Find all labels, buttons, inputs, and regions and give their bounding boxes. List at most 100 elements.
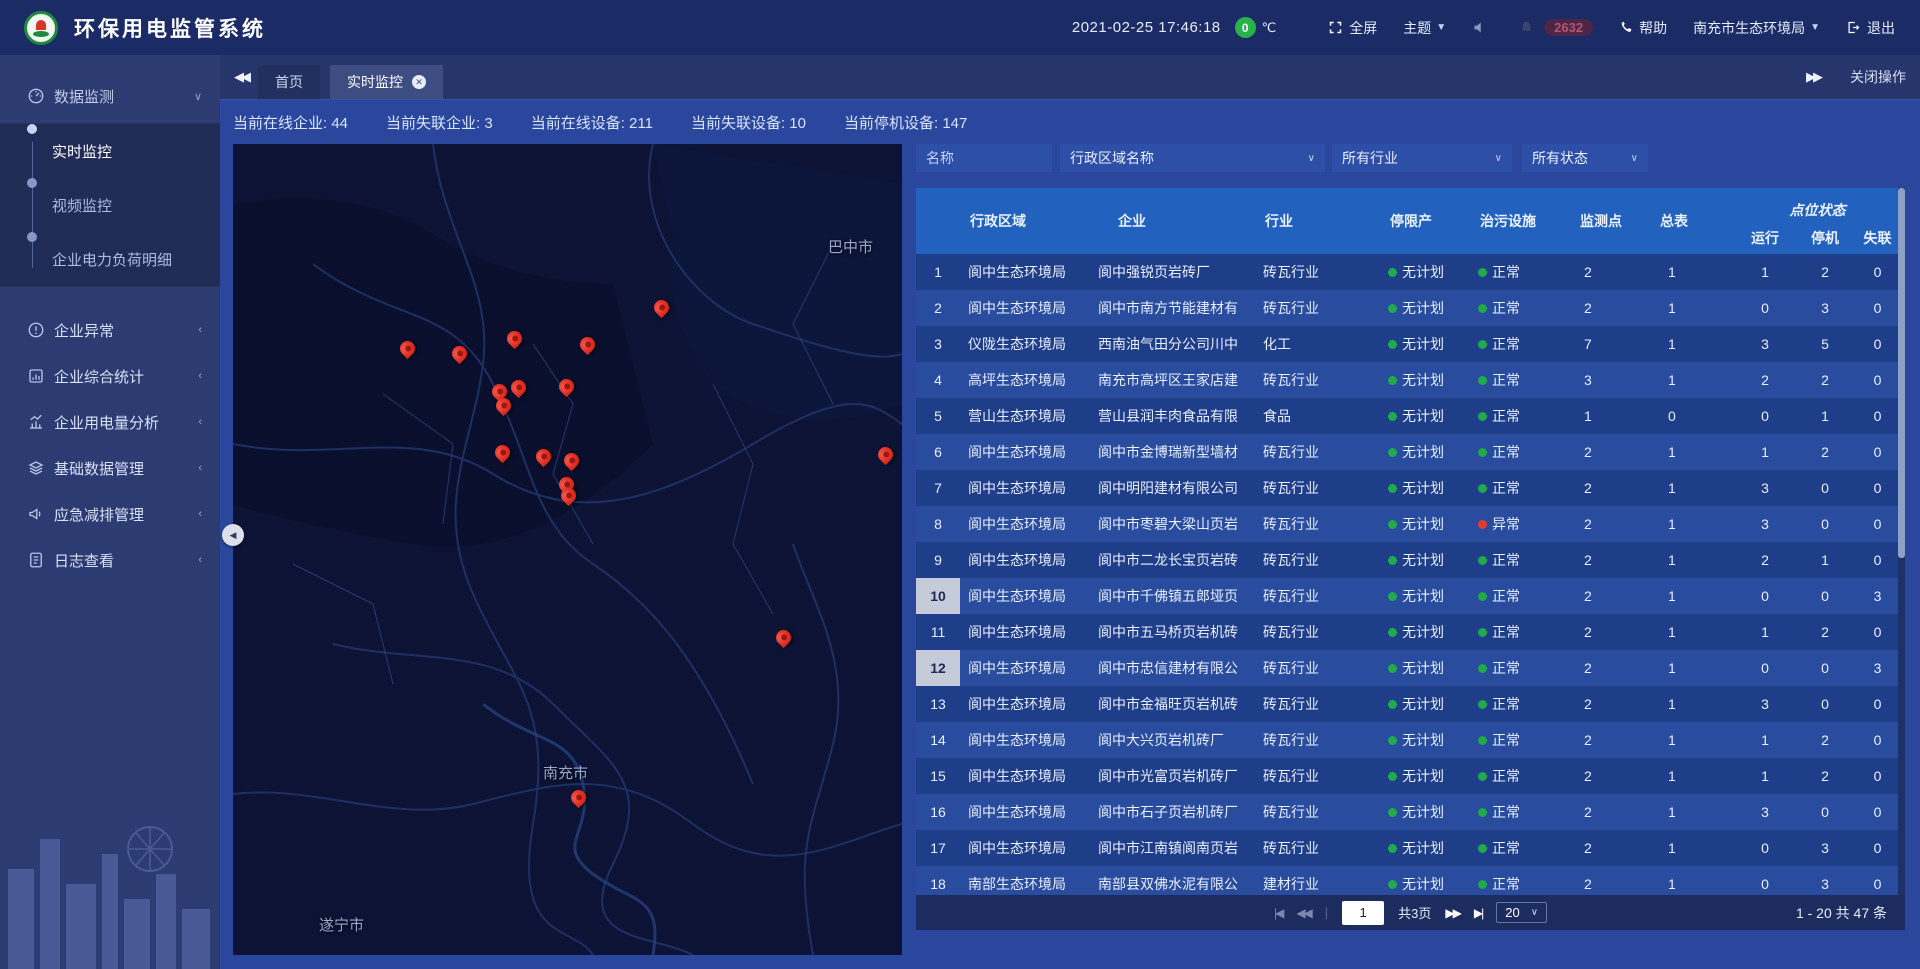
- table-row[interactable]: 12阆中生态环境局阆中市忠信建材有限公砖瓦行业无计划正常21003: [916, 650, 1905, 686]
- status-dot-icon: [1478, 556, 1487, 565]
- table-row[interactable]: 11阆中生态环境局阆中市五马桥页岩机砖砖瓦行业无计划正常21120: [916, 614, 1905, 650]
- sidebar-item-realtime-monitor[interactable]: 实时监控: [0, 124, 220, 178]
- page-size-select[interactable]: 20 ∨: [1496, 902, 1547, 923]
- status-dot-icon: [1388, 664, 1397, 673]
- table-row[interactable]: 2阆中生态环境局阆中市南方节能建材有砖瓦行业无计划正常21030: [916, 290, 1905, 326]
- column-header-monitor-points: 监测点: [1570, 188, 1650, 254]
- total-pages-label: 共3页: [1398, 903, 1431, 922]
- map-pin[interactable]: [533, 446, 554, 467]
- map-pin[interactable]: [508, 377, 529, 398]
- theme-menu[interactable]: 主题▼: [1403, 18, 1446, 38]
- filter-bar: 行政区域名称 ∨ 所有行业 ∨ 所有状态 ∨: [916, 144, 1905, 172]
- status-dot-icon: [1388, 520, 1397, 529]
- map-pin[interactable]: [492, 442, 513, 463]
- org-menu[interactable]: 南充市生态环境局▼: [1693, 18, 1820, 38]
- sidebar-submenu: 实时监控 视频监控 企业电力负荷明细: [0, 123, 220, 287]
- map-pin[interactable]: [556, 376, 577, 397]
- table-row[interactable]: 6阆中生态环境局阆中市金博瑞新型墙材砖瓦行业无计划正常21120: [916, 434, 1905, 470]
- sidebar-item-log-view[interactable]: 日志查看 ‹: [0, 537, 220, 583]
- stat-item: 当前停机设备: 147: [844, 112, 967, 133]
- map-pin[interactable]: [577, 334, 598, 355]
- status-dot-icon: [1388, 844, 1397, 853]
- table-row[interactable]: 9阆中生态环境局阆中市二龙长宝页岩砖砖瓦行业无计划正常21210: [916, 542, 1905, 578]
- table-scrollbar-thumb[interactable]: [1898, 188, 1905, 558]
- table-row[interactable]: 3仪陇生态环境局西南油气田分公司川中化工无计划正常71350: [916, 326, 1905, 362]
- name-filter-input[interactable]: [916, 144, 1052, 172]
- status-dot-icon: [1478, 484, 1487, 493]
- table-row[interactable]: 8阆中生态环境局阆中市枣碧大梁山页岩砖瓦行业无计划异常21300: [916, 506, 1905, 542]
- notifications[interactable]: 2632: [1519, 19, 1593, 36]
- table-row[interactable]: 16阆中生态环境局阆中市石子页岩机砖厂砖瓦行业无计划正常21300: [916, 794, 1905, 830]
- industry-filter-select[interactable]: 所有行业 ∨: [1332, 144, 1512, 172]
- tab-realtime-monitor[interactable]: 实时监控 ✕: [330, 65, 443, 99]
- column-header-stop-production: 停限产: [1380, 188, 1470, 254]
- map-pin[interactable]: [397, 338, 418, 359]
- status-dot-icon: [1388, 376, 1397, 385]
- notification-count-badge: 2632: [1544, 19, 1593, 36]
- app-title: 环保用电监管系统: [74, 13, 266, 43]
- close-icon[interactable]: ✕: [412, 75, 426, 89]
- chevron-down-icon: ∨: [1308, 153, 1315, 164]
- last-page-button[interactable]: ▶|: [1474, 906, 1482, 920]
- sidebar-item-power-load-detail[interactable]: 企业电力负荷明细: [0, 232, 220, 286]
- fullscreen-button[interactable]: 全屏: [1328, 18, 1377, 38]
- status-dot-icon: [1388, 628, 1397, 637]
- sidebar-item-base-data[interactable]: 基础数据管理 ‹: [0, 445, 220, 491]
- tab-home[interactable]: 首页: [258, 65, 320, 99]
- table-row[interactable]: 10阆中生态环境局阆中市千佛镇五郎垭页砖瓦行业无计划正常21003: [916, 578, 1905, 614]
- mute-button[interactable]: [1472, 20, 1493, 35]
- table-row[interactable]: 17阆中生态环境局阆中市江南镇阆南页岩砖瓦行业无计划正常21030: [916, 830, 1905, 866]
- map-city-label: 南充市: [543, 762, 588, 783]
- panel-collapse-button[interactable]: ◀: [222, 524, 244, 546]
- map-pin[interactable]: [561, 450, 582, 471]
- sidebar-item-enterprise-statistics[interactable]: 企业综合统计 ‹: [0, 353, 220, 399]
- column-header-running: 运行: [1730, 221, 1800, 254]
- map-pin[interactable]: [875, 444, 896, 465]
- sidebar-item-video-monitor[interactable]: 视频监控: [0, 178, 220, 232]
- region-filter-select[interactable]: 行政区域名称 ∨: [1060, 144, 1325, 172]
- bullet-dot-icon: [27, 178, 37, 188]
- tab-scroll-left-icon[interactable]: ◀◀: [234, 69, 248, 85]
- table-row[interactable]: 13阆中生态环境局阆中市金福旺页岩机砖砖瓦行业无计划正常21300: [916, 686, 1905, 722]
- map-pin[interactable]: [773, 627, 794, 648]
- bullet-dot-icon: [27, 232, 37, 242]
- chevron-left-icon: ‹: [198, 508, 202, 520]
- chevron-down-icon: ∨: [194, 90, 202, 103]
- map-pin[interactable]: [568, 787, 589, 808]
- enterprise-panel: 行政区域名称 ∨ 所有行业 ∨ 所有状态 ∨ 行政区域 企业 行业 停限产 治污…: [916, 144, 1905, 930]
- chevron-down-icon: ∨: [1531, 907, 1538, 918]
- column-group-point-status: 点位状态: [1730, 188, 1905, 221]
- table-row[interactable]: 7阆中生态环境局阆中明阳建材有限公司砖瓦行业无计划正常21300: [916, 470, 1905, 506]
- chevron-left-icon: ‹: [198, 554, 202, 566]
- datetime: 2021-02-25 17:46:18: [1072, 19, 1221, 36]
- sidebar-item-enterprise-abnormal[interactable]: 企业异常 ‹: [0, 307, 220, 353]
- tab-scroll-right-icon[interactable]: ▶▶: [1806, 69, 1820, 85]
- table-row[interactable]: 14阆中生态环境局阆中大兴页岩机砖厂砖瓦行业无计划正常21120: [916, 722, 1905, 758]
- status-filter-select[interactable]: 所有状态 ∨: [1522, 144, 1648, 172]
- close-operations-button[interactable]: 关闭操作: [1850, 67, 1906, 87]
- map-pin[interactable]: [651, 297, 672, 318]
- table-row[interactable]: 18南部生态环境局南部县双佛水泥有限公建材行业无计划正常21030: [916, 866, 1905, 895]
- help-button[interactable]: 帮助: [1619, 18, 1667, 38]
- table-row[interactable]: 5营山生态环境局营山县润丰肉食品有限食品无计划正常10010: [916, 398, 1905, 434]
- stats-bar: 当前在线企业: 44当前失联企业: 3当前在线设备: 211当前失联设备: 10…: [233, 100, 967, 144]
- bell-icon: [1519, 20, 1534, 35]
- next-page-button[interactable]: ▶▶: [1445, 906, 1459, 920]
- logout-button[interactable]: 退出: [1846, 18, 1895, 38]
- map-panel[interactable]: 巴中市南充市遂宁市: [233, 144, 902, 955]
- map-pin[interactable]: [449, 343, 470, 364]
- map-pin[interactable]: [504, 328, 525, 349]
- sidebar-item-emergency-reduction[interactable]: 应急减排管理 ‹: [0, 491, 220, 537]
- sidebar-item-data-monitor[interactable]: 数据监测 ∨: [0, 69, 220, 123]
- chevron-left-icon: ‹: [198, 324, 202, 336]
- page-number-input[interactable]: [1342, 901, 1384, 925]
- prev-page-button[interactable]: ◀◀: [1296, 906, 1310, 920]
- tab-bar: ◀◀ 首页 实时监控 ✕ ▶▶ 关闭操作: [220, 55, 1920, 100]
- sidebar-item-power-analysis[interactable]: 企业用电量分析 ‹: [0, 399, 220, 445]
- table-row[interactable]: 4高坪生态环境局南充市高坪区王家店建砖瓦行业无计划正常31220: [916, 362, 1905, 398]
- first-page-button[interactable]: |◀: [1274, 906, 1282, 920]
- app-logo-icon: [24, 11, 58, 45]
- table-row[interactable]: 1阆中生态环境局阆中强锐页岩砖厂砖瓦行业无计划正常21120: [916, 254, 1905, 290]
- table-row[interactable]: 15阆中生态环境局阆中市光富页岩机砖厂砖瓦行业无计划正常21120: [916, 758, 1905, 794]
- chevron-left-icon: ‹: [198, 462, 202, 474]
